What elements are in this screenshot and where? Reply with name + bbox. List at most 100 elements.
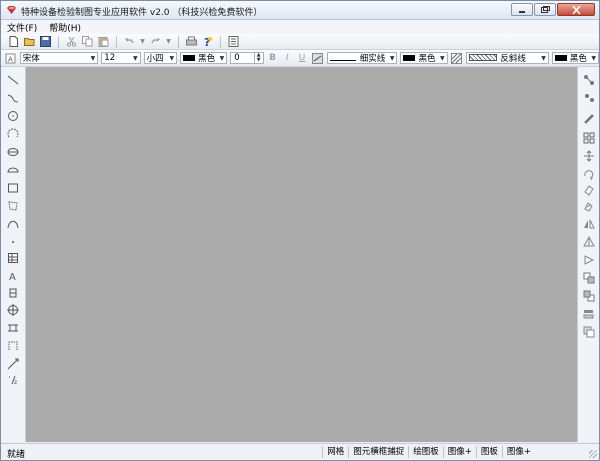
- leader-tool[interactable]: [6, 357, 20, 371]
- italic-button[interactable]: I: [281, 52, 293, 64]
- node-edit-tool[interactable]: [582, 73, 596, 87]
- line-tool[interactable]: [6, 73, 20, 87]
- status-image-plus-1[interactable]: 图像+: [442, 446, 476, 458]
- dimension-tool[interactable]: [6, 339, 20, 353]
- maximize-button[interactable]: [534, 3, 556, 16]
- rotate-tool[interactable]: [582, 167, 596, 181]
- arc-tool[interactable]: [6, 127, 20, 141]
- save-button[interactable]: [39, 35, 52, 48]
- pen-tool[interactable]: [582, 111, 596, 125]
- flip-tool[interactable]: [582, 253, 596, 267]
- open-file-button[interactable]: [23, 35, 36, 48]
- hatch-color-select[interactable]: 黑色 ▼: [551, 52, 599, 64]
- help-button[interactable]: ?: [201, 35, 214, 48]
- status-drawing-board[interactable]: 绘图板: [408, 446, 443, 458]
- spin-arrows-icon[interactable]: ▲ ▼: [253, 53, 263, 63]
- rectangle-icon: [8, 183, 18, 193]
- rectangle-tool[interactable]: [6, 181, 20, 195]
- flip-icon: [584, 255, 595, 265]
- mirror-horizontal-tool[interactable]: [582, 217, 596, 231]
- standard-toolbar: ▼ ▼ ?: [1, 34, 599, 50]
- paste-button[interactable]: [97, 35, 110, 48]
- copy-rotate-tool[interactable]: [582, 199, 596, 213]
- text-tool[interactable]: A: [6, 269, 20, 283]
- bold-button[interactable]: B: [267, 52, 279, 64]
- bezier-tool[interactable]: [6, 217, 20, 231]
- layer-down-tool[interactable]: [582, 325, 596, 339]
- app-logo-icon: [7, 6, 16, 14]
- close-icon: [571, 5, 581, 14]
- point-tool[interactable]: [6, 235, 20, 249]
- flange-tool[interactable]: [6, 321, 20, 335]
- menu-file[interactable]: 文件(F): [7, 21, 37, 34]
- window-title: 特种设备检验制图专业应用软件 v2.0 （科技兴检免费软件）: [21, 8, 263, 18]
- minimize-button[interactable]: [511, 3, 533, 16]
- weld-symbol-tool[interactable]: [6, 286, 20, 300]
- app-window: 特种设备检验制图专业应用软件 v2.0 （科技兴检免费软件） 文件(F) 帮助(…: [0, 0, 600, 461]
- save-icon: [40, 36, 51, 47]
- redo-button[interactable]: [149, 35, 162, 48]
- crosshair-tool[interactable]: [6, 303, 20, 317]
- chevron-down-icon: ▼: [219, 54, 225, 62]
- svg-text:A: A: [9, 272, 16, 282]
- menu-help[interactable]: 帮助(H): [49, 21, 81, 34]
- redo-dropdown[interactable]: ▼: [165, 35, 172, 48]
- underline-button[interactable]: U: [296, 52, 308, 64]
- undo-button[interactable]: [123, 35, 136, 48]
- status-board[interactable]: 图板: [475, 446, 502, 458]
- circle-icon: [8, 111, 18, 121]
- copy-button[interactable]: [81, 35, 94, 48]
- drawing-canvas[interactable]: [26, 67, 577, 442]
- spacing-spinner[interactable]: 0 ▲ ▼: [230, 52, 264, 64]
- ellipse-tool[interactable]: [6, 145, 20, 159]
- hatch-style-select[interactable]: 反斜线 ▼: [466, 52, 549, 64]
- hatch-sample: [469, 54, 498, 61]
- properties-button[interactable]: [227, 35, 240, 48]
- printer-icon: [186, 36, 197, 46]
- chevron-down-icon: ▼: [541, 54, 546, 62]
- status-grid-toggle[interactable]: 网格: [322, 446, 348, 458]
- edit-toolbox: [577, 67, 599, 442]
- group-tool[interactable]: [582, 131, 596, 145]
- new-file-icon: [9, 36, 18, 47]
- layer-down-icon: [583, 326, 595, 338]
- title-bar[interactable]: 特种设备检验制图专业应用软件 v2.0 （科技兴检免费软件）: [1, 1, 599, 20]
- close-button[interactable]: [557, 3, 595, 16]
- toolbar-separator: [116, 35, 117, 48]
- color-swatch: [183, 55, 196, 61]
- polyline-tool[interactable]: [6, 91, 20, 105]
- mirror-vertical-tool[interactable]: [582, 235, 596, 249]
- undo-icon: [125, 38, 134, 44]
- line-style-select[interactable]: 细实线 ▼: [326, 52, 398, 64]
- font-name-select[interactable]: 宋体 ▼: [19, 52, 99, 64]
- svg-text:z: z: [14, 379, 17, 386]
- copy-icon: [82, 36, 93, 47]
- line-style-icon: [311, 52, 324, 65]
- resize-grip-icon[interactable]: [589, 450, 597, 458]
- annotation-icon: z: [9, 375, 17, 386]
- status-snap-toggle[interactable]: 图元横框捕捉: [348, 446, 408, 458]
- send-back-tool[interactable]: [582, 289, 596, 303]
- layer-up-tool[interactable]: [582, 307, 596, 321]
- arc-icon: [7, 128, 19, 138]
- annotation-tool[interactable]: z: [6, 373, 20, 387]
- move-tool[interactable]: [582, 149, 596, 163]
- font-size-name-select[interactable]: 小四 ▼: [143, 52, 178, 64]
- polygon-tool[interactable]: [6, 199, 20, 213]
- undo-dropdown[interactable]: ▼: [139, 35, 146, 48]
- circle-tool[interactable]: [6, 109, 20, 123]
- new-file-button[interactable]: [7, 35, 20, 48]
- table-tool[interactable]: [6, 251, 20, 265]
- font-size-select[interactable]: 12 ▼: [101, 52, 141, 64]
- node-add-tool[interactable]: [582, 91, 596, 105]
- status-image-plus-2[interactable]: 图像+: [501, 446, 535, 458]
- bring-front-tool[interactable]: [582, 271, 596, 285]
- cut-button[interactable]: [65, 35, 78, 48]
- color-swatch: [554, 55, 567, 61]
- move-arrows-icon: [584, 150, 594, 162]
- half-ellipse-tool[interactable]: [6, 163, 20, 177]
- line-color-select[interactable]: 黑色 ▼: [400, 52, 448, 64]
- text-color-select[interactable]: 黑色 ▼: [180, 52, 228, 64]
- scale-tool[interactable]: [582, 183, 596, 197]
- print-button[interactable]: [185, 35, 198, 48]
